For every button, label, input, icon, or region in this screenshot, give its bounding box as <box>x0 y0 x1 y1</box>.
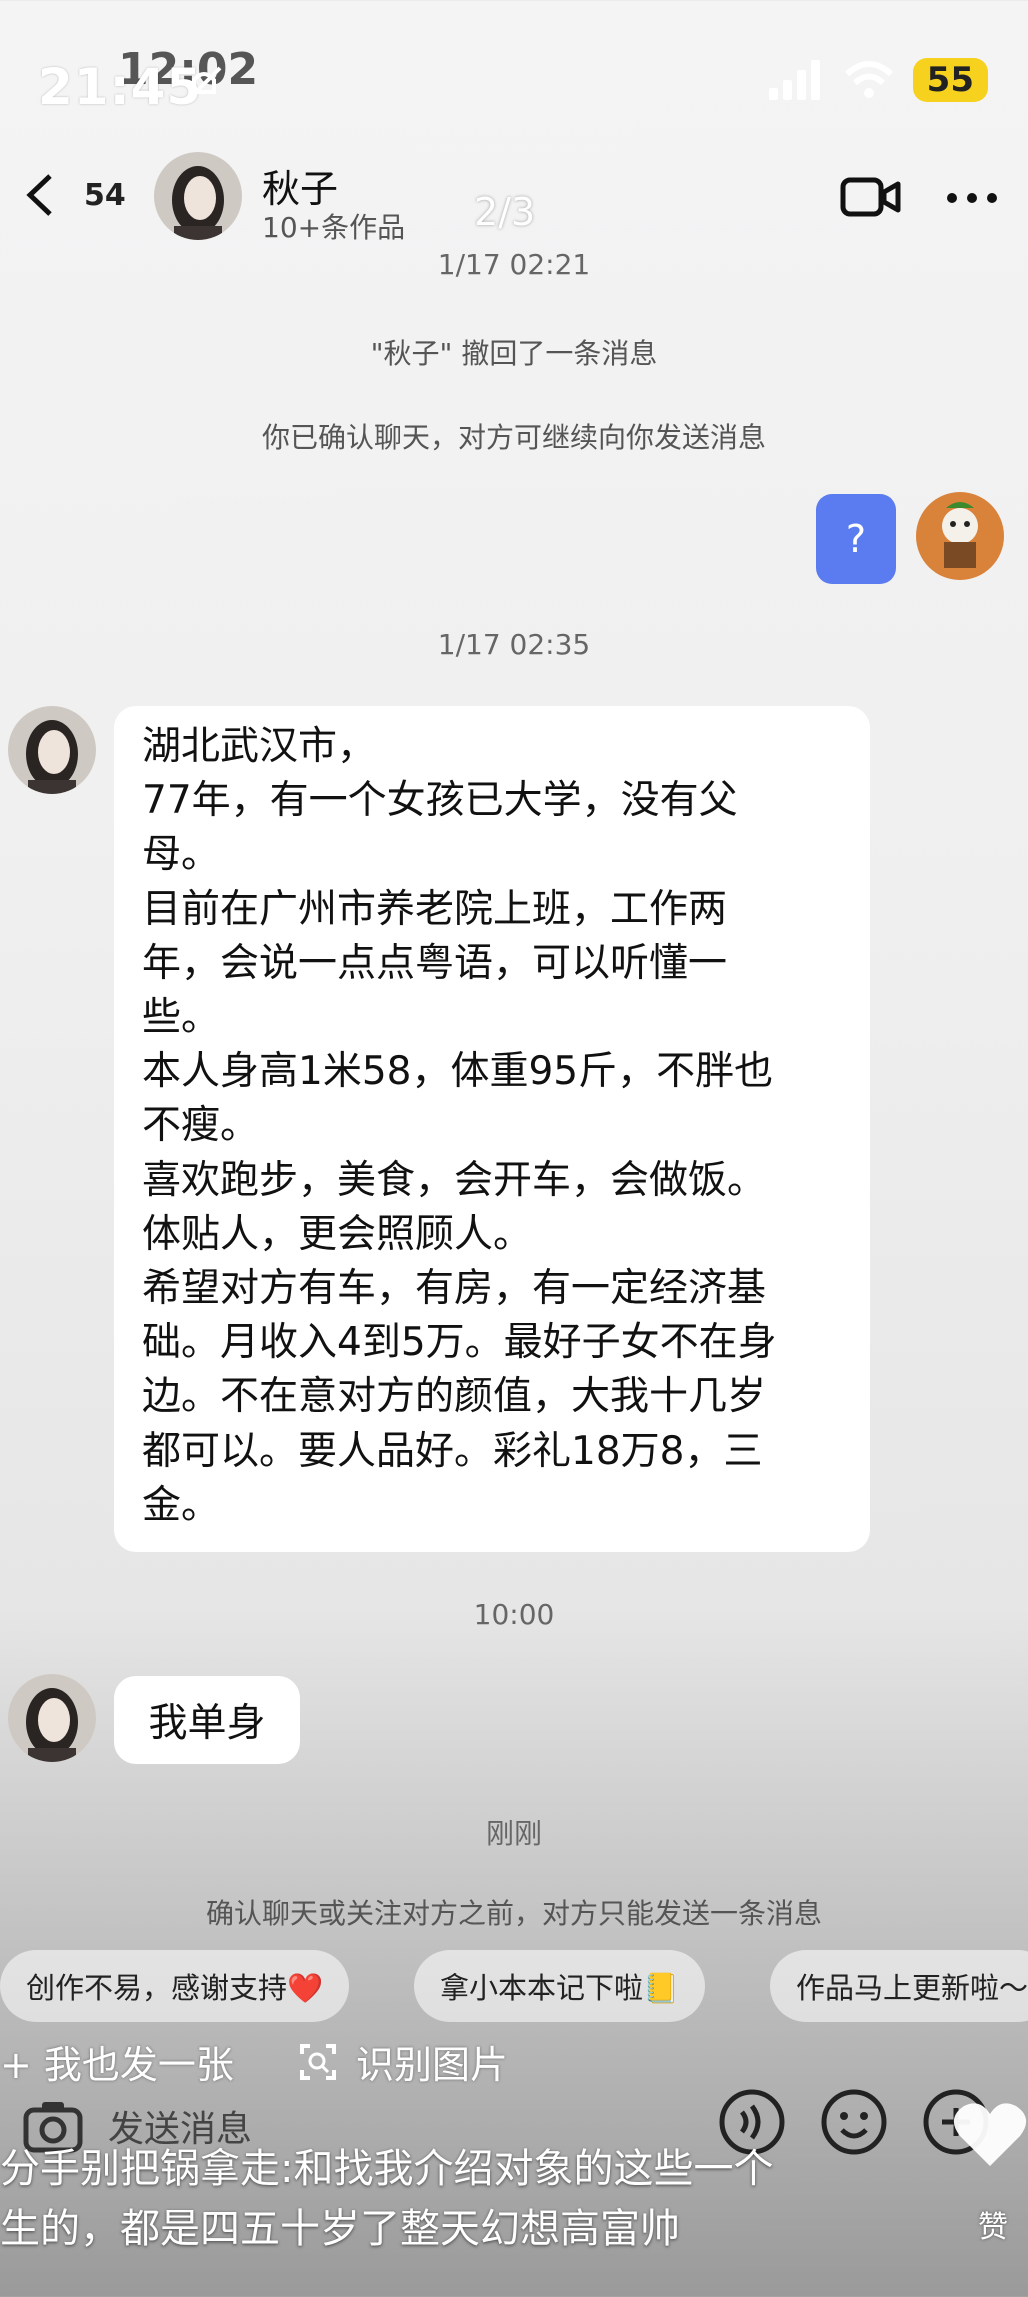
my-avatar[interactable] <box>916 492 1004 580</box>
peer-avatar[interactable] <box>8 706 96 794</box>
more-icon[interactable] <box>944 190 1000 206</box>
quick-reply-chip[interactable]: 作品马上更新啦～ <box>770 1950 1028 2022</box>
message-line: 边。不在意对方的颜值，大我十几岁 <box>142 1374 767 1420</box>
timestamp: 1/17 02:35 <box>437 628 591 661</box>
limit-notice: 确认聊天或关注对方之前，对方只能发送一条消息 <box>205 1897 822 1930</box>
message-line: 希望对方有车，有房，有一定经济基 <box>142 1266 767 1312</box>
contact-name[interactable]: 秋子 <box>262 158 338 213</box>
wifi-icon <box>844 61 893 98</box>
video-call-icon[interactable] <box>840 174 902 220</box>
quick-reply-chip[interactable]: 拿小本本记下啦📒 <box>414 1950 706 2022</box>
contact-works-count[interactable]: 10+条作品 <box>262 206 405 246</box>
plus-icon: + <box>0 2043 44 2087</box>
recognize-image-button[interactable]: 识别图片 <box>298 2034 508 2089</box>
message-line: 年，会说一点点粤语，可以听懂一 <box>142 940 728 986</box>
message-line: 母。 <box>142 832 221 878</box>
post-too-button[interactable]: + 我也发一张 <box>0 2034 234 2089</box>
page-indicator: 2/3 <box>474 190 536 234</box>
message-line: 金。 <box>142 1482 221 1528</box>
signal-icon <box>768 60 820 100</box>
confirm-notice: 你已确认聊天，对方可继续向你发送消息 <box>261 421 766 454</box>
message-line: 础。月收入4到5万。最好子女不在身 <box>142 1320 777 1366</box>
status-icons: 55 <box>767 58 988 102</box>
peer-message-bubble[interactable]: 湖北武汉市， 77年，有一个女孩已大学，没有父 母。 目前在广州市养老院上班，工… <box>114 706 870 1552</box>
timestamp: 1/17 02:21 <box>437 248 591 281</box>
emoji-icon[interactable] <box>820 2088 888 2160</box>
message-line: 77年，有一个女孩已大学，没有父 <box>142 778 738 824</box>
scan-icon <box>300 2043 336 2080</box>
message-line: 不瘦。 <box>142 1103 260 1149</box>
quick-reply-chip[interactable]: 创作不易，感谢支持❤️ <box>0 1950 350 2022</box>
peer-message-bubble[interactable]: 我单身 <box>114 1676 300 1764</box>
peer-avatar[interactable] <box>8 1674 96 1762</box>
message-line: 目前在广州市养老院上班，工作两 <box>142 886 728 932</box>
message-line: 喜欢跑步，美食，会开车，会做饭。 <box>142 1157 767 1203</box>
status-time: 21:45 <box>38 58 203 116</box>
my-message-bubble[interactable]: ? <box>816 494 896 584</box>
recognize-image-label: 识别图片 <box>356 2043 509 2087</box>
like-label[interactable]: 赞 <box>978 2202 1008 2246</box>
message-line: 都可以。要人品好。彩礼18万8，三 <box>142 1428 763 1474</box>
recall-notice: "秋子" 撤回了一条消息 <box>370 337 658 370</box>
message-line: 湖北武汉市， <box>142 724 377 769</box>
post-caption-line: 生的，都是四五十岁了整天幻想高富帅 <box>0 2206 680 2252</box>
heart-icon[interactable] <box>952 2100 1028 2174</box>
contact-avatar[interactable] <box>154 152 242 240</box>
back-icon[interactable] <box>18 170 68 220</box>
unread-count: 54 <box>84 178 126 213</box>
mute-icon <box>182 62 226 106</box>
timestamp: 刚刚 <box>485 1817 542 1850</box>
message-line: 体贴人，更会照顾人。 <box>142 1211 533 1257</box>
post-caption-line: 分手别把锅拿走:和找我介绍对象的这些一个 <box>0 2146 774 2192</box>
battery-badge: 55 <box>912 58 988 102</box>
timestamp: 10:00 <box>473 1598 555 1631</box>
message-line: 些。 <box>142 995 221 1041</box>
message-line: 本人身高1米58，体重95斤，不胖也 <box>142 1049 774 1095</box>
post-too-label: 我也发一张 <box>43 2043 234 2087</box>
